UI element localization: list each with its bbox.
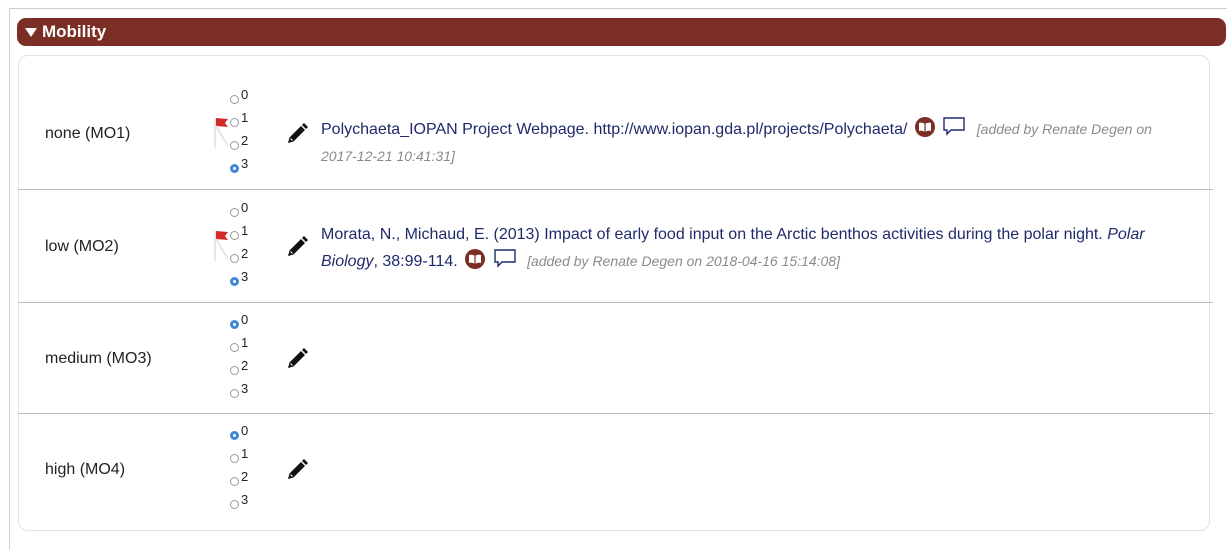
radio-label: 3 [241, 492, 249, 507]
score-option-0[interactable]: 0 [230, 424, 290, 447]
score-option-2[interactable]: 2 [230, 245, 290, 270]
score-option-1[interactable]: 1 [230, 334, 290, 359]
row-label: high (MO4) [45, 461, 126, 478]
score-option-3[interactable]: 3 [230, 268, 290, 293]
radio-label: 0 [241, 423, 249, 438]
pencil-icon[interactable] [285, 122, 309, 146]
radio-label: 0 [241, 311, 249, 327]
reference-text: Polychaeta_IOPAN Project Webpage. http:/… [321, 116, 1181, 170]
trait-row: low (MO2) 0 1 2 3 Morata, N., Michaud, E… [18, 191, 1213, 303]
radio-button[interactable] [230, 477, 239, 486]
score-radio-group: 0 1 2 3 [230, 311, 290, 405]
reference-text: Morata, N., Michaud, E. (2013) Impact of… [321, 222, 1181, 275]
speech-bubble-icon[interactable] [942, 116, 966, 136]
radio-button[interactable] [230, 500, 239, 509]
score-option-1[interactable]: 1 [230, 222, 290, 247]
score-option-3[interactable]: 3 [230, 155, 290, 180]
score-option-2[interactable]: 2 [230, 132, 290, 157]
pencil-icon[interactable] [285, 235, 309, 259]
score-radio-group: 0 1 2 3 [230, 424, 290, 516]
radio-button[interactable] [230, 94, 239, 104]
radio-button[interactable] [230, 319, 239, 329]
radio-label: 3 [241, 268, 249, 284]
radio-button[interactable] [230, 342, 239, 352]
score-radio-group: 0 1 2 3 [214, 86, 290, 180]
radio-button[interactable] [230, 163, 239, 173]
radio-label: 2 [241, 132, 249, 148]
radio-label: 2 [241, 469, 249, 484]
radio-button[interactable] [230, 365, 239, 375]
reference-volume: , 38:99-114. [373, 253, 458, 270]
flag-icon [214, 117, 229, 148]
radio-label: 0 [241, 86, 249, 102]
radio-label: 1 [241, 222, 249, 238]
score-option-2[interactable]: 2 [230, 470, 290, 493]
trait-row: medium (MO3) 0 1 2 3 [18, 304, 1213, 414]
radio-label: 1 [241, 446, 249, 461]
radio-button[interactable] [230, 431, 239, 440]
added-by-note: [added by Renate Degen on 2018-04-16 15:… [527, 253, 840, 269]
section-header-mobility[interactable]: Mobility [17, 18, 1226, 46]
radio-button[interactable] [230, 388, 239, 398]
radio-button[interactable] [230, 207, 239, 217]
pencil-icon[interactable] [285, 347, 309, 371]
score-option-2[interactable]: 2 [230, 357, 290, 382]
radio-button[interactable] [230, 117, 239, 127]
radio-button[interactable] [230, 140, 239, 150]
triangle-down-icon[interactable] [25, 28, 37, 37]
score-option-0[interactable]: 0 [230, 311, 290, 336]
book-icon[interactable] [465, 249, 486, 269]
row-label: none (MO1) [45, 124, 131, 142]
flag-icon [214, 230, 229, 261]
radio-button[interactable] [230, 253, 239, 263]
reference-citation[interactable]: Polychaeta_IOPAN Project Webpage. http:/… [321, 121, 907, 138]
radio-button[interactable] [230, 230, 239, 240]
radio-label: 0 [241, 199, 249, 215]
speech-bubble-icon[interactable] [493, 248, 517, 268]
radio-label: 3 [241, 155, 249, 171]
radio-label: 3 [241, 380, 249, 396]
radio-button[interactable] [230, 454, 239, 463]
section-title: Mobility [42, 22, 107, 41]
radio-label: 2 [241, 357, 249, 373]
score-option-3[interactable]: 3 [230, 493, 290, 516]
score-radio-group: 0 1 2 3 [214, 199, 290, 293]
radio-label: 1 [241, 334, 249, 350]
trait-row: high (MO4) 0 1 2 3 [18, 415, 1213, 525]
radio-label: 2 [241, 245, 249, 261]
book-icon[interactable] [914, 117, 935, 137]
score-option-1[interactable]: 1 [230, 447, 290, 470]
row-label: low (MO2) [45, 237, 119, 255]
reference-citation[interactable]: Morata, N., Michaud, E. (2013) Impact of… [321, 226, 1107, 243]
score-option-0[interactable]: 0 [230, 86, 290, 111]
score-option-0[interactable]: 0 [230, 199, 290, 224]
trait-row: none (MO1) 0 1 2 3 Polychaeta_IOPAN Proj… [18, 78, 1213, 190]
score-option-3[interactable]: 3 [230, 380, 290, 405]
pencil-icon[interactable] [285, 458, 309, 482]
score-option-1[interactable]: 1 [230, 109, 290, 134]
radio-label: 1 [241, 109, 249, 125]
row-label: medium (MO3) [45, 349, 152, 367]
radio-button[interactable] [230, 276, 239, 286]
